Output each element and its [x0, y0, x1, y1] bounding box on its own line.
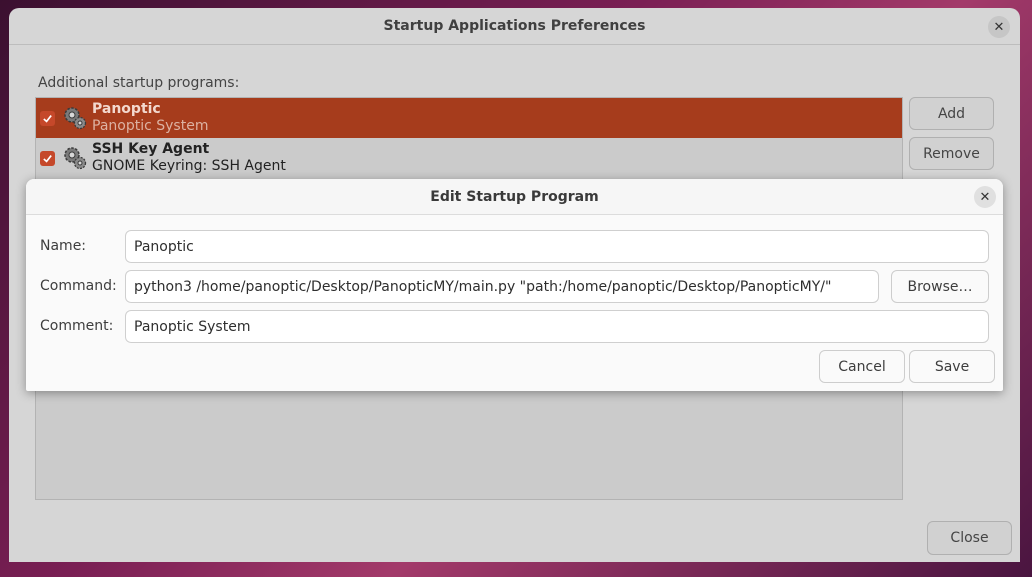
name-label: Name: — [40, 238, 87, 254]
program-description: GNOME Keyring: SSH Agent — [92, 158, 286, 174]
close-icon: ✕ — [993, 19, 1005, 35]
section-label: Additional startup programs: — [38, 75, 240, 91]
dialog-title: Edit Startup Program — [430, 188, 599, 205]
gear-icon — [64, 147, 87, 170]
checkmark-icon — [43, 154, 52, 163]
command-label: Command: — [40, 278, 117, 294]
add-button[interactable]: Add — [909, 97, 994, 130]
gear-icon — [64, 107, 87, 130]
window-titlebar: Startup Applications Preferences ✕ — [9, 8, 1020, 45]
program-name: Panoptic — [92, 101, 161, 117]
close-icon: ✕ — [979, 189, 991, 205]
save-button[interactable]: Save — [909, 350, 995, 383]
enabled-checkbox[interactable] — [40, 110, 55, 126]
window-close-button[interactable]: ✕ — [988, 16, 1010, 38]
enabled-checkbox[interactable] — [40, 150, 55, 166]
checkmark-icon — [43, 114, 52, 123]
close-button[interactable]: Close — [927, 521, 1012, 555]
cancel-button[interactable]: Cancel — [819, 350, 905, 383]
comment-field[interactable]: Panoptic System — [125, 310, 989, 343]
program-row-panoptic[interactable]: Panoptic Panoptic System — [36, 98, 902, 138]
dialog-titlebar: Edit Startup Program ✕ — [26, 179, 1003, 215]
command-field[interactable]: python3 /home/panoptic/Desktop/PanopticM… — [125, 270, 879, 303]
program-name: SSH Key Agent — [92, 141, 210, 157]
window-title: Startup Applications Preferences — [383, 18, 646, 34]
edit-startup-program-dialog: Edit Startup Program ✕ Name: Panoptic Co… — [26, 179, 1003, 391]
browse-button[interactable]: Browse… — [891, 270, 989, 303]
name-field[interactable]: Panoptic — [125, 230, 989, 263]
program-description: Panoptic System — [92, 118, 209, 134]
comment-label: Comment: — [40, 318, 114, 334]
remove-button[interactable]: Remove — [909, 137, 994, 170]
program-row-ssh-key-agent[interactable]: SSH Key Agent GNOME Keyring: SSH Agent — [36, 138, 902, 178]
dialog-close-button[interactable]: ✕ — [974, 186, 996, 208]
